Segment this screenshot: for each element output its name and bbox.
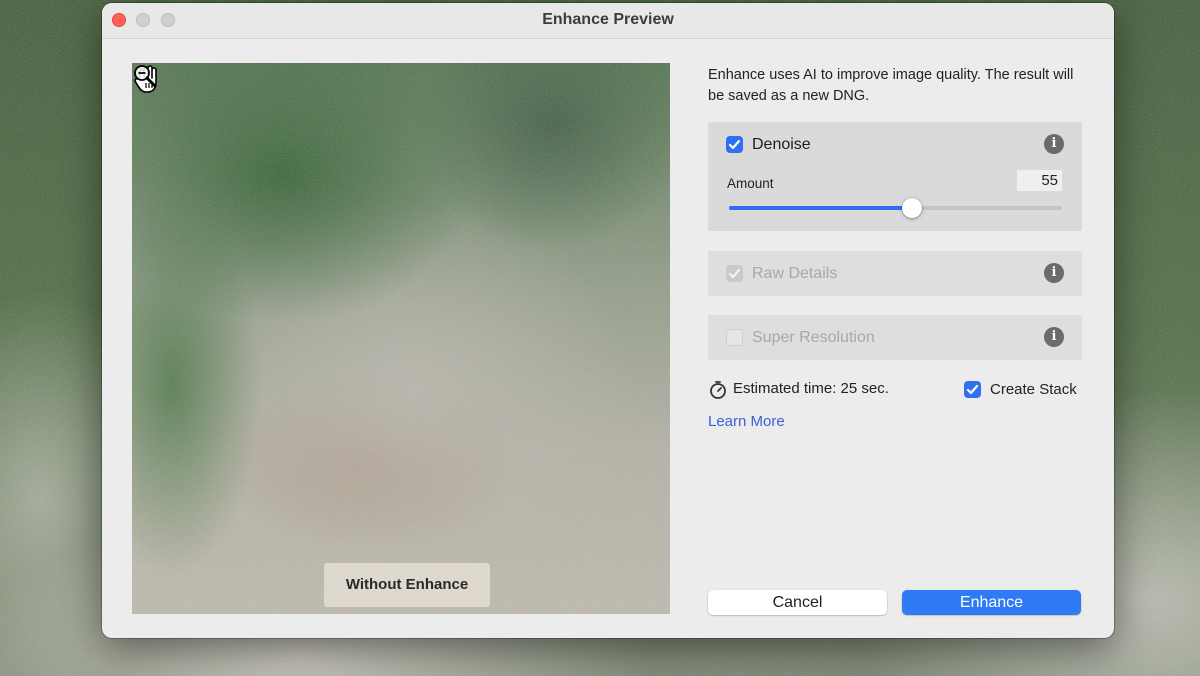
- amount-value-field[interactable]: 55: [1017, 170, 1062, 191]
- raw-details-checkbox: [726, 265, 743, 282]
- checkmark-icon: [728, 139, 741, 150]
- denoise-info-icon[interactable]: i: [1044, 134, 1064, 154]
- denoise-label: Denoise: [752, 136, 811, 153]
- amount-slider-thumb[interactable]: [902, 198, 923, 218]
- checkmark-icon: [966, 384, 979, 395]
- super-resolution-info-icon[interactable]: i: [1044, 327, 1064, 347]
- amount-slider-track[interactable]: [729, 206, 1062, 210]
- window-title: Enhance Preview: [542, 11, 674, 28]
- without-enhance-button[interactable]: Without Enhance: [324, 563, 490, 607]
- image-preview[interactable]: Without Enhance: [132, 63, 670, 614]
- raw-details-label: Raw Details: [752, 265, 838, 282]
- amount-slider-fill: [729, 206, 913, 210]
- create-stack-checkbox[interactable]: [964, 381, 981, 398]
- create-stack-label[interactable]: Create Stack: [990, 381, 1077, 398]
- super-resolution-label: Super Resolution: [752, 329, 875, 346]
- raw-details-panel: Raw Details i: [708, 251, 1082, 296]
- estimated-time-text: Estimated time: 25 sec.: [733, 380, 889, 397]
- denoise-checkbox[interactable]: [726, 136, 743, 153]
- amount-label: Amount: [727, 176, 774, 191]
- preview-noise: [132, 63, 670, 614]
- checkmark-icon: [728, 268, 741, 279]
- raw-details-info-icon[interactable]: i: [1044, 263, 1064, 283]
- description-text: Enhance uses AI to improve image quality…: [708, 67, 1074, 104]
- timer-icon: [710, 381, 726, 399]
- denoise-panel: Denoise i Amount 55: [708, 122, 1082, 231]
- cancel-button[interactable]: Cancel: [708, 590, 887, 615]
- title-bar[interactable]: Enhance Preview: [102, 3, 1114, 39]
- zoom-out-icon[interactable]: [132, 63, 158, 89]
- enhance-button[interactable]: Enhance: [902, 590, 1081, 615]
- learn-more-link[interactable]: Learn More: [708, 413, 785, 430]
- enhance-preview-dialog: Enhance Preview Without Enhance Enhance …: [102, 3, 1114, 638]
- super-resolution-checkbox: [726, 329, 743, 346]
- super-resolution-panel: Super Resolution i: [708, 315, 1082, 360]
